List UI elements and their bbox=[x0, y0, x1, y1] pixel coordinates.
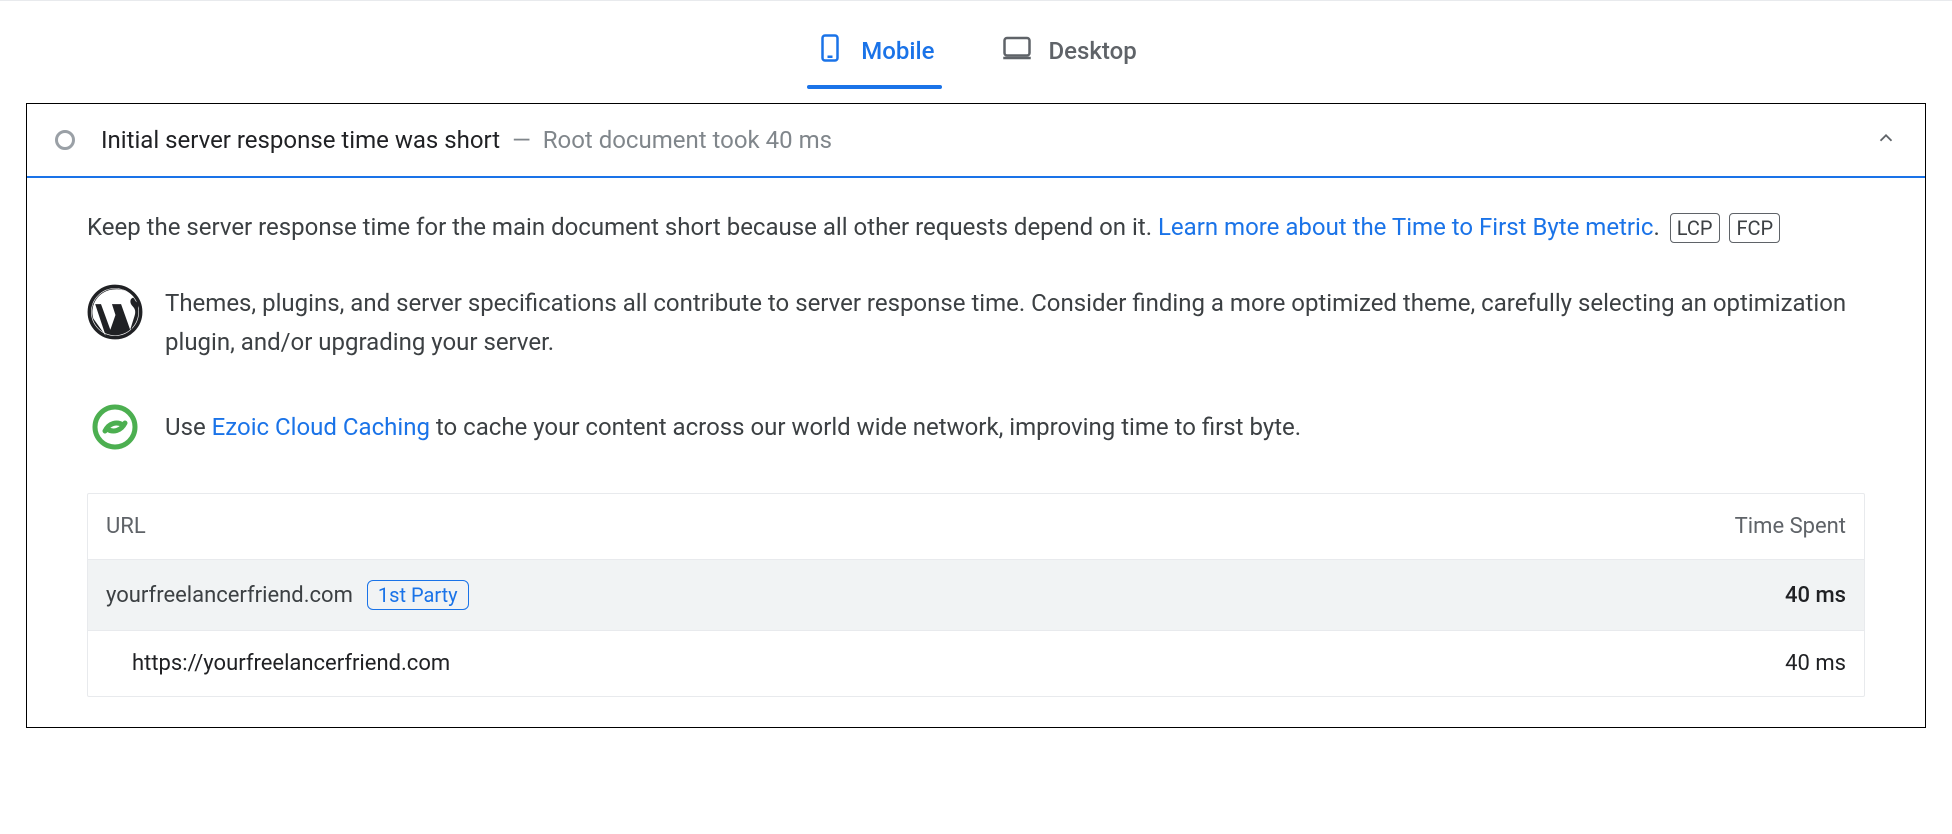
table-row: https://yourfreelancerfriend.com 40 ms bbox=[88, 631, 1864, 696]
row-time: 40 ms bbox=[1666, 651, 1846, 676]
badge-lcp: LCP bbox=[1670, 213, 1720, 243]
status-pass-icon bbox=[55, 130, 75, 150]
collapse-toggle[interactable] bbox=[1875, 127, 1897, 153]
ezoic-post: to cache your content across our world w… bbox=[430, 413, 1301, 441]
badge-fcp: FCP bbox=[1729, 213, 1780, 243]
ezoic-link[interactable]: Ezoic Cloud Caching bbox=[212, 413, 430, 441]
wordpress-icon bbox=[87, 284, 143, 340]
tip-ezoic-text: Use Ezoic Cloud Caching to cache your co… bbox=[165, 408, 1301, 446]
dash: — bbox=[512, 126, 531, 154]
header-url: URL bbox=[106, 514, 1666, 539]
tip-wordpress: Themes, plugins, and server specificatio… bbox=[87, 284, 1865, 361]
audit-description: Keep the server response time for the ma… bbox=[87, 208, 1865, 246]
party-badge: 1st Party bbox=[367, 580, 469, 610]
device-tabs: Mobile Desktop bbox=[20, 23, 1932, 89]
audit-body: Keep the server response time for the ma… bbox=[27, 178, 1925, 727]
tip-wordpress-text: Themes, plugins, and server specificatio… bbox=[165, 284, 1865, 361]
header-time: Time Spent bbox=[1666, 514, 1846, 539]
learn-more-link[interactable]: Learn more about the Time to First Byte … bbox=[1158, 213, 1653, 241]
desktop-icon bbox=[1002, 33, 1032, 69]
tab-desktop[interactable]: Desktop bbox=[998, 23, 1140, 89]
tab-mobile-label: Mobile bbox=[861, 37, 934, 65]
audit-title: Initial server response time was short bbox=[101, 126, 500, 154]
audit-panel: Initial server response time was short —… bbox=[26, 103, 1926, 728]
group-url-cell: yourfreelancerfriend.com 1st Party bbox=[106, 580, 1666, 610]
tab-desktop-label: Desktop bbox=[1048, 37, 1136, 65]
ezoic-icon bbox=[87, 399, 143, 455]
tip-ezoic: Use Ezoic Cloud Caching to cache your co… bbox=[87, 399, 1865, 455]
period: . bbox=[1653, 213, 1659, 241]
table-group-row[interactable]: yourfreelancerfriend.com 1st Party 40 ms bbox=[88, 560, 1864, 631]
ezoic-pre: Use bbox=[165, 413, 212, 441]
tab-mobile[interactable]: Mobile bbox=[811, 23, 938, 89]
subtitle-text: Root document took 40 ms bbox=[543, 126, 832, 154]
row-url: https://yourfreelancerfriend.com bbox=[106, 651, 1666, 676]
chevron-up-icon bbox=[1875, 134, 1897, 153]
table-header-row: URL Time Spent bbox=[88, 494, 1864, 560]
mobile-icon bbox=[815, 33, 845, 69]
audit-header[interactable]: Initial server response time was short —… bbox=[27, 104, 1925, 178]
group-time: 40 ms bbox=[1666, 583, 1846, 608]
audit-subtitle: — Root document took 40 ms bbox=[506, 126, 832, 154]
description-text: Keep the server response time for the ma… bbox=[87, 213, 1158, 241]
url-table: URL Time Spent yourfreelancerfriend.com … bbox=[87, 493, 1865, 697]
group-domain: yourfreelancerfriend.com bbox=[106, 583, 353, 608]
